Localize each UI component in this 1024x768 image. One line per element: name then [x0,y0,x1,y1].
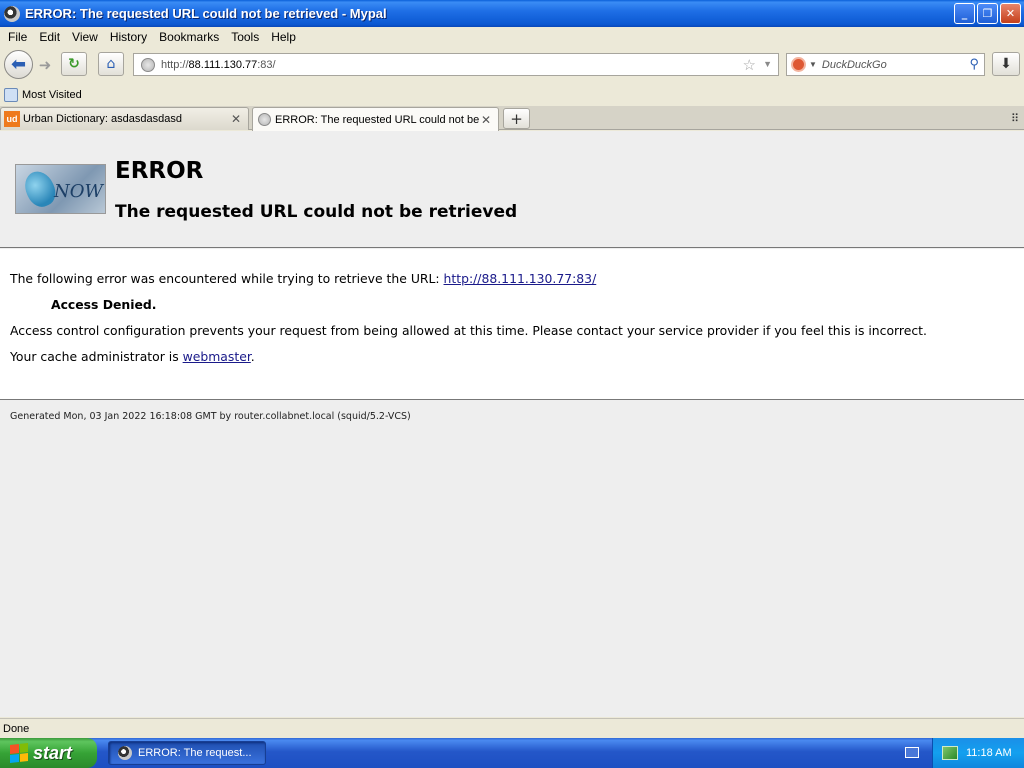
list-all-tabs-icon[interactable]: ⠿ [1011,112,1019,125]
network-icon[interactable] [942,746,958,760]
search-bar[interactable]: ▼ DuckDuckGo ⚲ [786,53,985,76]
cache-admin-period: . [250,349,255,364]
window-controls: _ ❐ ✕ [954,3,1021,24]
url-history-dropdown-icon[interactable]: ▼ [763,59,772,69]
cache-admin-line: Your cache administrator is webmaster. [10,349,255,364]
taskbar-window-button[interactable]: ERROR: The request... [108,741,266,765]
url-prefix: http:// [161,58,189,71]
tab-error-page[interactable]: ERROR: The requested URL could not be...… [252,107,499,131]
plus-icon: + [510,109,523,128]
bookmarks-toolbar: Most Visited [0,84,1024,105]
taskbar: start ERROR: The request... 11:18 AM [0,738,1024,768]
menu-help[interactable]: Help [265,30,302,44]
clock[interactable]: 11:18 AM [966,747,1012,759]
page-title: ERROR [115,158,204,184]
tab-bar: ud Urban Dictionary: asdasdasdasd ✕ ERRO… [0,106,1024,131]
window-titlebar[interactable]: ERROR: The requested URL could not be re… [0,0,1024,27]
keyboard-language-icon[interactable] [905,747,919,758]
bookmark-most-visited[interactable]: Most Visited [22,89,82,101]
status-text: Done [3,722,30,735]
tab-close-icon[interactable]: ✕ [479,113,493,127]
tab-close-icon[interactable]: ✕ [229,112,243,126]
close-window-button[interactable]: ✕ [1000,3,1021,24]
url-host: 88.111.130.77 [188,58,258,71]
forward-arrow-icon: ➜ [38,56,52,74]
webmaster-link[interactable]: webmaster [183,349,251,364]
page-content: NOW ERROR The requested URL could not be… [0,131,1024,717]
search-input[interactable]: DuckDuckGo [822,59,887,71]
menu-bookmarks[interactable]: Bookmarks [153,30,225,44]
menu-view[interactable]: View [66,30,104,44]
error-footer: Generated Mon, 03 Jan 2022 16:18:08 GMT … [10,411,411,422]
menu-file[interactable]: File [2,30,33,44]
minimize-button[interactable]: _ [954,3,975,24]
window-title: ERROR: The requested URL could not be re… [25,6,387,21]
url-text[interactable]: http://88.111.130.77:83/ [161,59,276,71]
search-icon[interactable]: ⚲ [969,56,979,72]
system-tray: 11:18 AM [932,738,1024,768]
start-label: start [33,742,73,763]
url-port: :83/ [257,58,276,71]
error-header: NOW ERROR The requested URL could not be… [0,131,1024,248]
error-explanation: Access control configuration prevents yo… [10,323,927,338]
reload-icon: ↻ [68,56,80,72]
tab-label: Urban Dictionary: asdasdasdasd [23,113,182,125]
mypal-taskbar-icon [118,746,132,760]
reload-button[interactable]: ↻ [61,52,87,76]
menu-bar: File Edit View History Bookmarks Tools H… [0,27,1024,47]
duckduckgo-icon[interactable] [791,57,806,72]
urban-dictionary-icon: ud [4,111,20,127]
restore-button[interactable]: ❐ [977,3,998,24]
start-button[interactable]: start [0,738,97,768]
downloads-button[interactable]: ⬇ [992,52,1020,76]
windows-flag-icon [10,743,28,763]
page-subtitle: The requested URL could not be retrieved [115,202,518,222]
bookmark-star-icon[interactable]: ☆ [743,56,756,74]
site-identity-icon[interactable] [141,57,155,72]
requested-url-link[interactable]: http://88.111.130.77:83/ [444,271,597,286]
squid-logo: NOW [15,164,106,214]
forward-button[interactable]: ➜ [35,55,55,75]
back-button[interactable]: ⬅ [4,50,33,79]
error-description: The following error was encountered whil… [10,271,596,286]
error-body: The following error was encountered whil… [0,249,1024,400]
error-description-text: The following error was encountered whil… [10,271,444,286]
mypal-app-icon [4,5,20,22]
download-arrow-icon: ⬇ [1000,56,1012,72]
tab-label: ERROR: The requested URL could not be... [275,113,479,126]
cache-admin-text: Your cache administrator is [10,349,183,364]
home-icon: ⌂ [106,56,116,72]
most-visited-icon [4,87,18,102]
home-button[interactable]: ⌂ [98,52,124,76]
new-tab-button[interactable]: + [503,108,530,129]
tab-urban-dictionary[interactable]: ud Urban Dictionary: asdasdasdasd ✕ [0,107,249,130]
menu-tools[interactable]: Tools [225,30,265,44]
status-bar: Done [0,718,1024,738]
menu-history[interactable]: History [104,30,153,44]
access-denied-label: Access Denied. [51,297,157,312]
menu-edit[interactable]: Edit [33,30,66,44]
globe-icon [258,113,271,126]
search-engine-dropdown-icon[interactable]: ▼ [809,60,817,69]
squid-logo-text: NOW [54,181,104,202]
back-arrow-icon: ⬅ [10,54,27,75]
taskbar-window-label: ERROR: The request... [138,747,252,759]
url-bar[interactable]: http://88.111.130.77:83/ ☆ ▼ [133,53,779,76]
